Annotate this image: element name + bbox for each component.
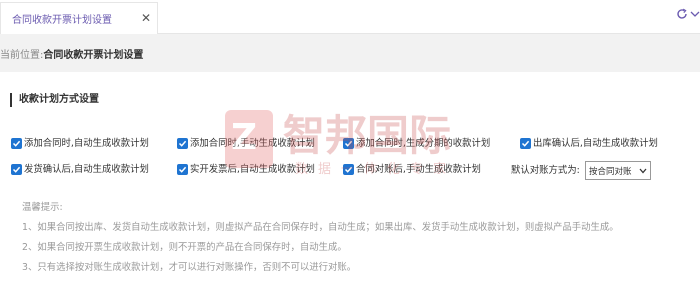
option-label: 实开发票后,自动生成收款计划 [190, 164, 315, 175]
reconcile-method-label: 默认对账方式为: [511, 165, 580, 176]
tip-item: 3、只有选择按对账生成收款计划，才可以进行对账操作，否则不可以进行对账。 [22, 262, 357, 273]
chevron-down-icon[interactable] [690, 10, 700, 18]
refresh-icon[interactable] [676, 8, 688, 20]
section-title: 收款计划方式设置 [10, 93, 99, 107]
breadcrumb-prefix: 当前位置: [0, 50, 44, 61]
tab-contract-payment-plan[interactable]: 合同收款开票计划设置 ✕ [0, 2, 158, 34]
checkbox[interactable] [520, 138, 531, 149]
reconcile-method-select[interactable]: 按合同对账 [585, 161, 651, 180]
option-label: 添加合同时,手动生成收款计划 [190, 138, 315, 149]
tab-bar: 合同收款开票计划设置 ✕ [0, 0, 700, 34]
close-icon[interactable]: ✕ [141, 11, 151, 25]
checkbox[interactable] [343, 164, 354, 175]
option-label: 发货确认后,自动生成收款计划 [24, 164, 149, 175]
tips-title: 温馨提示: [22, 202, 63, 213]
checkbox[interactable] [11, 138, 22, 149]
tab-label: 合同收款开票计划设置 [12, 15, 112, 26]
breadcrumb-current: 合同收款开票计划设置 [43, 50, 144, 61]
tip-item: 1、如果合同按出库、发货自动生成收款计划，则虚拟产品在合同保存时，自动生成；如果… [22, 222, 619, 233]
option-label: 出库确认后,自动生成收款计划 [533, 138, 658, 149]
watermark: Z 智邦国际 数据一体化专家 [225, 110, 515, 200]
chevron-down-icon [639, 168, 647, 174]
select-value: 按合同对账 [589, 167, 632, 177]
checkbox[interactable] [343, 138, 354, 149]
checkbox[interactable] [11, 164, 22, 175]
option-label: 添加合同时,自动生成收款计划 [24, 138, 149, 149]
tips-panel: 温馨提示: 1、如果合同按出库、发货自动生成收款计划，则虚拟产品在合同保存时，自… [22, 198, 619, 278]
option-label: 合同对账后,手动生成收款计划 [356, 164, 481, 175]
tip-item: 2、如果合同按开票生成收款计划，则不开票的产品在合同保存时，自动生成。 [22, 242, 347, 253]
watermark-name: 智邦国际 [283, 111, 452, 160]
option-label: 添加合同时,生成分期的收款计划 [356, 138, 491, 149]
checkbox[interactable] [177, 138, 188, 149]
checkbox[interactable] [177, 164, 188, 175]
breadcrumb: 当前位置:合同收款开票计划设置 [0, 34, 700, 72]
